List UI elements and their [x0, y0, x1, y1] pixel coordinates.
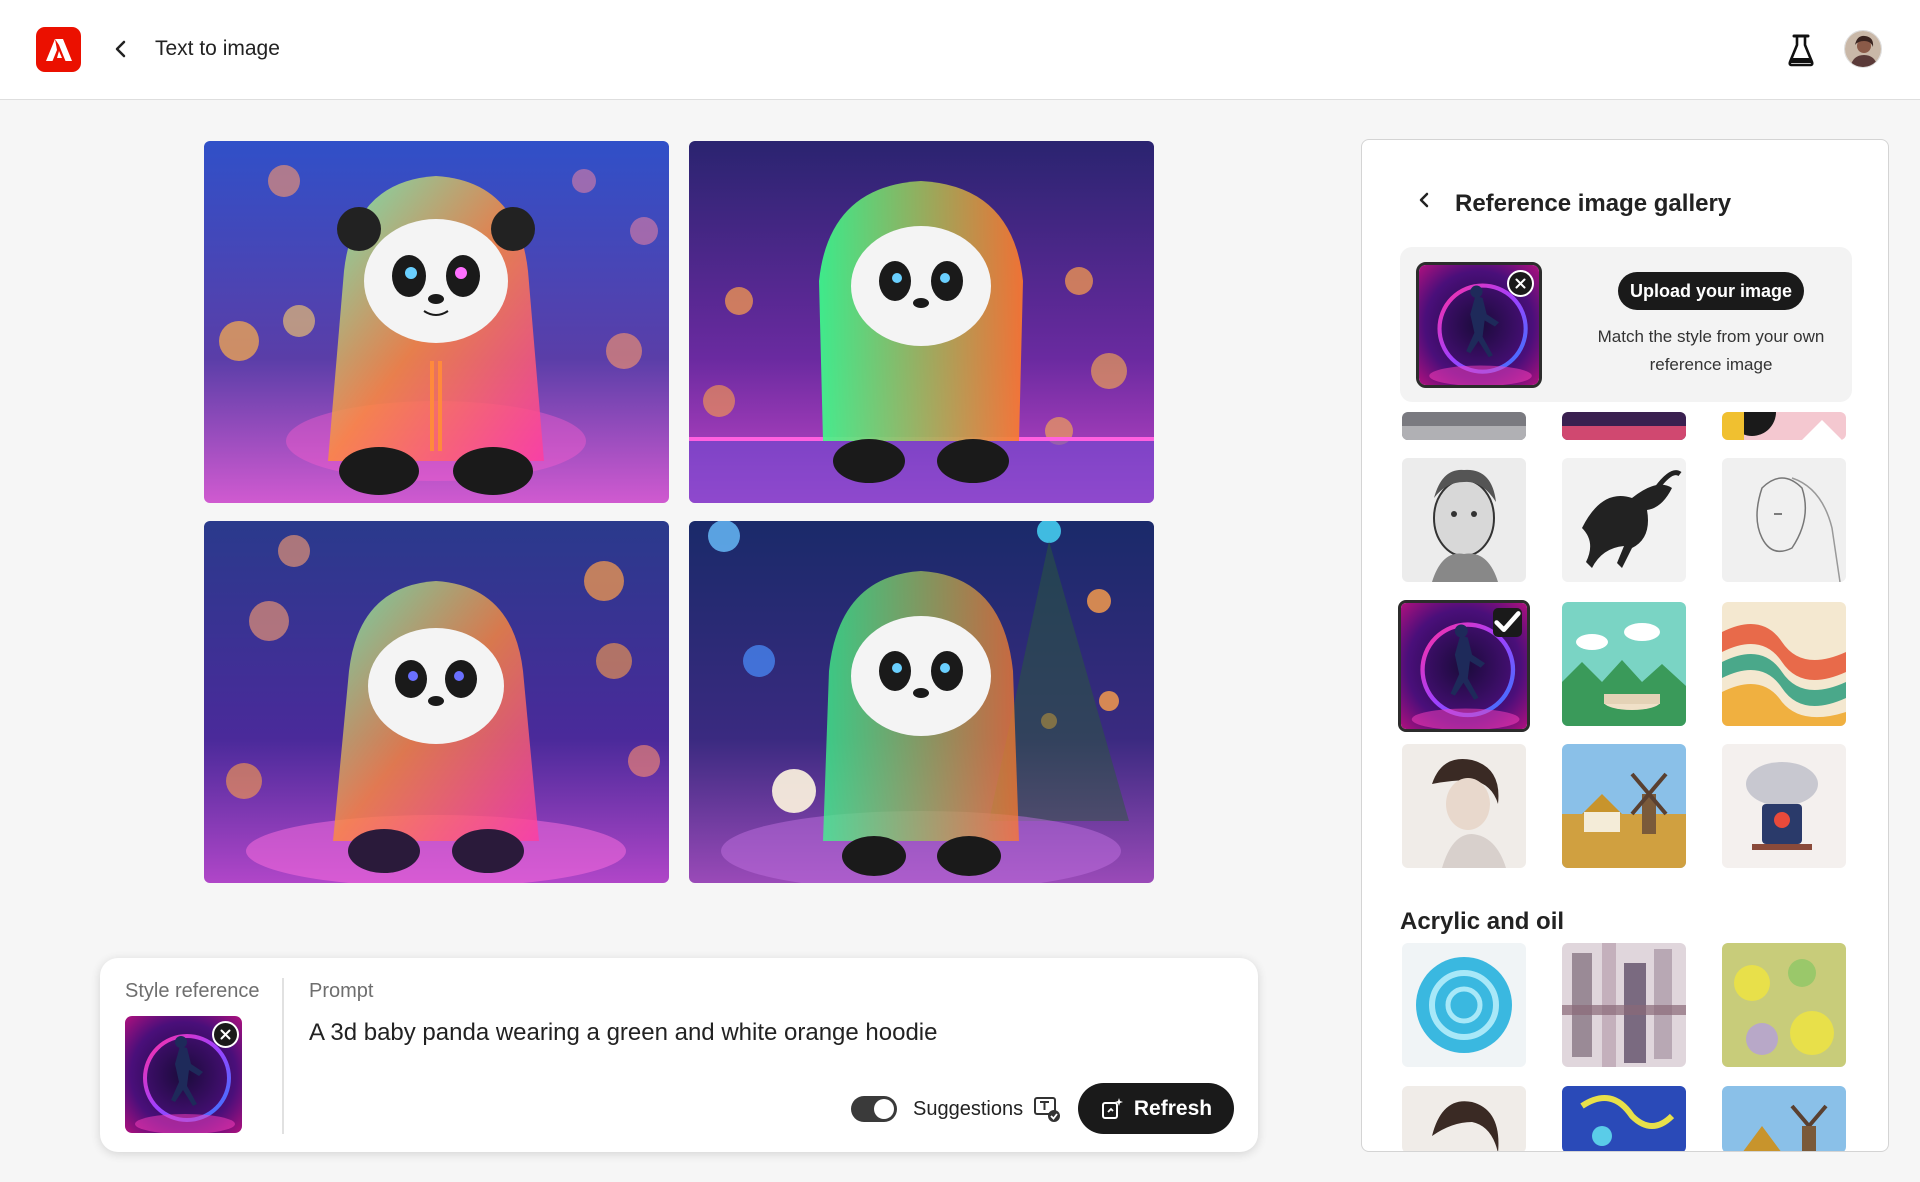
panda-result-3[interactable]	[204, 521, 669, 883]
user-avatar[interactable]	[1844, 30, 1882, 68]
gallery-thumb-blue-swirl[interactable]	[1402, 943, 1526, 1067]
gallery-thumb-engraving-portrait[interactable]	[1402, 458, 1526, 582]
checkmark-icon	[1494, 611, 1521, 633]
panda-result-2[interactable]	[689, 141, 1154, 503]
panda-result-1[interactable]	[204, 141, 669, 503]
prompt-input[interactable]: A 3d baby panda wearing a green and whit…	[309, 1019, 938, 1047]
gallery-thumb-train-watercolor[interactable]	[1722, 744, 1846, 868]
gallery-thumb-abstract-street[interactable]	[1562, 943, 1686, 1067]
beaker-icon[interactable]	[1786, 32, 1816, 68]
gallery-thumb-grey[interactable]	[1402, 412, 1526, 440]
remove-upload-button[interactable]	[1507, 270, 1534, 297]
gallery-thumb-3d-landscape[interactable]	[1562, 602, 1686, 726]
gallery-thumb-geometric[interactable]	[1722, 412, 1846, 440]
reference-gallery-panel: Reference image gallery Upload your imag…	[1361, 139, 1889, 1152]
gallery-thumb-neon-dancer[interactable]	[1398, 600, 1530, 732]
refresh-button[interactable]: Refresh	[1078, 1083, 1234, 1134]
app-header: Text to image	[0, 0, 1920, 100]
gallery-title: Reference image gallery	[1455, 190, 1732, 217]
refresh-label: Refresh	[1133, 1096, 1213, 1120]
prompt-divider	[282, 978, 284, 1134]
gallery-thumb-sunset[interactable]	[1562, 412, 1686, 440]
page-title: Text to image	[155, 37, 280, 60]
panda-result-4[interactable]	[689, 521, 1154, 883]
text-suggestions-icon[interactable]	[1033, 1095, 1061, 1123]
gallery-thumb-yellow-impasto[interactable]	[1722, 943, 1846, 1067]
generate-sparkle-icon	[1101, 1097, 1123, 1119]
gallery-thumb-ink-horse[interactable]	[1562, 458, 1686, 582]
adobe-logo[interactable]	[36, 27, 81, 72]
chevron-left-icon	[1419, 192, 1429, 208]
back-button[interactable]	[106, 34, 136, 64]
gallery-thumb-woman-sketch-2[interactable]	[1402, 1086, 1526, 1151]
upload-box: Upload your image Match the style from y…	[1400, 247, 1852, 402]
gallery-back-button[interactable]	[1412, 188, 1436, 212]
uploaded-reference-thumbnail[interactable]	[1416, 262, 1542, 388]
results-grid	[204, 141, 1154, 883]
section-acrylic-oil-title: Acrylic and oil	[1400, 908, 1565, 935]
gallery-thumb-blue-abstract[interactable]	[1562, 1086, 1686, 1151]
suggestions-toggle[interactable]	[851, 1096, 897, 1122]
remove-style-reference-button[interactable]	[212, 1021, 239, 1048]
chevron-left-icon	[115, 40, 126, 58]
close-icon	[220, 1029, 231, 1040]
gallery-thumb-retro-swirl[interactable]	[1722, 602, 1846, 726]
upload-description: Match the style from your own reference …	[1597, 327, 1825, 374]
prompt-label: Prompt	[309, 980, 374, 1002]
gallery-thumb-windmill-painting[interactable]	[1562, 744, 1686, 868]
gallery-thumb-woman-sketch[interactable]	[1402, 744, 1526, 868]
upload-image-button[interactable]: Upload your image	[1618, 272, 1804, 310]
adobe-logo-icon	[45, 38, 72, 61]
gallery-thumb-windmill-2[interactable]	[1722, 1086, 1846, 1151]
close-icon	[1515, 278, 1526, 289]
selected-check-badge	[1493, 608, 1522, 637]
suggestions-label: Suggestions	[913, 1098, 1024, 1120]
style-reference-label: Style reference	[125, 980, 260, 1002]
prompt-card: Style reference Prompt A 3d baby panda w…	[100, 958, 1258, 1152]
gallery-thumb-pencil-sketch[interactable]	[1722, 458, 1846, 582]
style-reference-thumbnail[interactable]	[125, 1016, 242, 1133]
